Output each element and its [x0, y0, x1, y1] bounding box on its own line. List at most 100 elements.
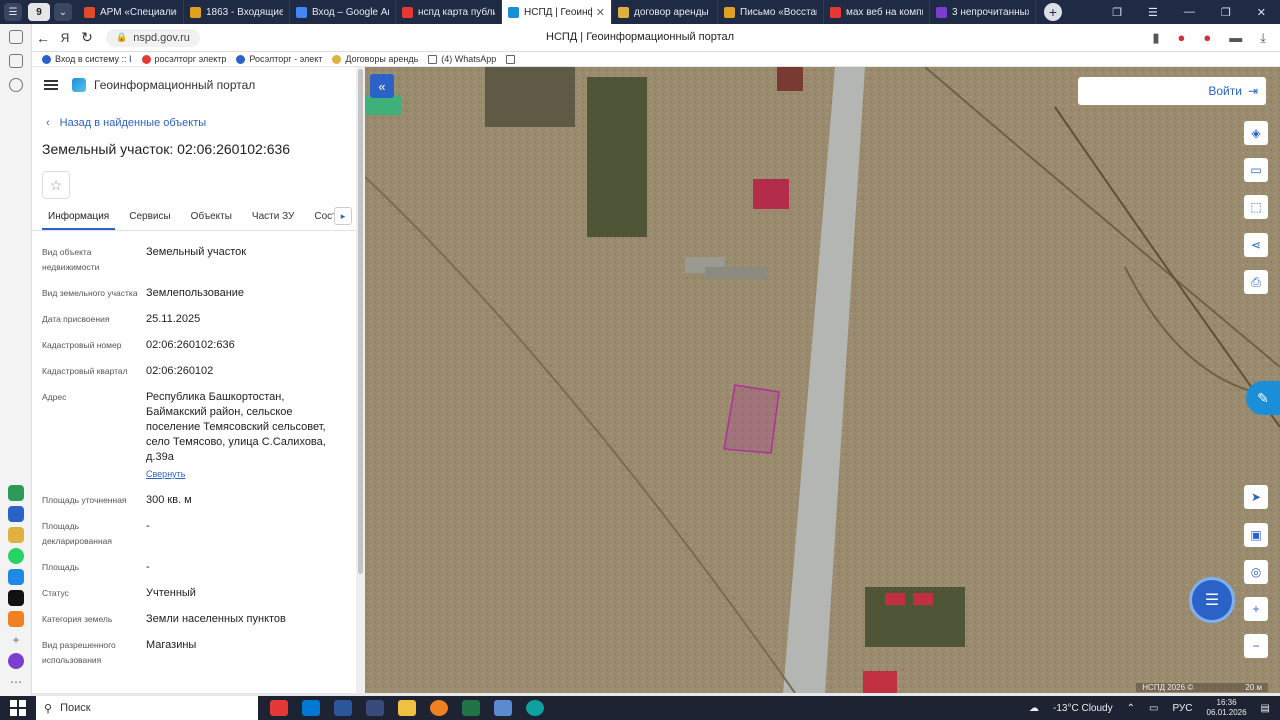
layers-button[interactable]: ◈: [1244, 121, 1268, 145]
favorite-star-icon[interactable]: ☆: [42, 171, 70, 199]
print-button[interactable]: ⎙: [1244, 270, 1268, 294]
chat-button[interactable]: ☰: [1189, 577, 1235, 623]
notifications-icon[interactable]: ▤: [1261, 703, 1270, 714]
browser-tab[interactable]: НСПД | Геоинфор✕: [502, 0, 612, 24]
app-icon-1[interactable]: [8, 485, 24, 501]
add-icon[interactable]: +: [8, 632, 24, 648]
file-explorer-icon[interactable]: [398, 700, 416, 716]
extension-icon-1[interactable]: ●: [1178, 30, 1186, 46]
minimize-icon[interactable]: —: [1184, 6, 1195, 19]
login-button[interactable]: Войти ⇥: [1078, 77, 1266, 105]
chevron-up-icon[interactable]: ⌃: [1127, 703, 1135, 714]
back-link[interactable]: ‹ Назад в найденные объекты: [46, 117, 356, 129]
sidebar-history-icon[interactable]: [8, 78, 23, 92]
back-icon[interactable]: ←: [32, 30, 54, 46]
zoom-in-button[interactable]: +: [1244, 597, 1268, 621]
collapse-panel-button[interactable]: «: [370, 74, 394, 98]
alice-icon[interactable]: [8, 653, 24, 669]
taskbar-search[interactable]: ⚲ Поиск: [36, 696, 258, 720]
extension-icon-2[interactable]: ●: [1203, 30, 1211, 46]
browser-tab[interactable]: нспд карта публичн: [396, 0, 502, 24]
tab-favicon-icon: [724, 6, 735, 18]
close-tab-icon[interactable]: ✕: [592, 6, 605, 19]
excel-icon[interactable]: [462, 700, 480, 716]
bookmark-item[interactable]: росэлторг электр: [141, 54, 226, 64]
bookmark-item[interactable]: Вход в систему :: I: [42, 54, 132, 64]
app-icon-7[interactable]: [8, 611, 24, 627]
restore-icon[interactable]: ❐: [1221, 6, 1231, 19]
menu-icon[interactable]: [44, 80, 58, 90]
tab-objects[interactable]: Объекты: [185, 207, 238, 230]
extension-icon-3[interactable]: ▬: [1229, 30, 1242, 46]
yandex-browser-icon[interactable]: [270, 700, 288, 716]
word-icon[interactable]: [334, 700, 352, 716]
windows-start-icon[interactable]: [10, 700, 26, 716]
bookmark-item[interactable]: (4) WhatsApp: [428, 54, 496, 64]
browser-tab[interactable]: Письмо «Восстанов: [718, 0, 824, 24]
bookmark-item[interactable]: Договоры арендь: [332, 54, 418, 64]
app-icon-5[interactable]: [8, 569, 24, 585]
app-icon-2[interactable]: [8, 506, 24, 522]
sidebar-screenshot-icon[interactable]: [8, 54, 23, 68]
yandex-icon[interactable]: Я: [54, 31, 76, 45]
scanner-icon[interactable]: [494, 700, 512, 716]
geolocation-button[interactable]: ◎: [1244, 560, 1268, 584]
collapse-address-link[interactable]: Свернуть: [146, 467, 346, 482]
browser-tab[interactable]: Вход – Google Акка: [290, 0, 396, 24]
property-row: Площадь -: [32, 560, 356, 575]
tabs-overview-icon[interactable]: ❐: [1112, 6, 1122, 19]
browser-tab[interactable]: мах веб на компью: [824, 0, 930, 24]
browser-tab[interactable]: 1863 - Входящие —: [184, 0, 290, 24]
tab-information[interactable]: Информация: [42, 207, 116, 230]
sidebar-counter-icon[interactable]: [8, 30, 23, 44]
tab-services[interactable]: Сервисы: [123, 207, 176, 230]
browser-menu-icon[interactable]: ☰: [4, 3, 22, 21]
bookmark-item[interactable]: [506, 54, 516, 64]
clock[interactable]: 16:36 06.01.2026: [1207, 698, 1247, 718]
property-list: Вид объекта недвижимости Земельный участо…: [32, 245, 356, 668]
chevron-left-icon: ‹: [46, 117, 50, 129]
tab-parts[interactable]: Части ЗУ: [246, 207, 300, 230]
app-icon-6[interactable]: [8, 590, 24, 606]
app-icon[interactable]: [430, 700, 448, 716]
support-icon[interactable]: ✎: [1246, 381, 1280, 415]
tabs-scroll-right-icon[interactable]: ▸: [334, 207, 352, 225]
outlook-icon[interactable]: [302, 700, 320, 716]
whatsapp-icon[interactable]: [8, 548, 24, 564]
url-field[interactable]: 🔒 nspd.gov.ru: [106, 28, 200, 47]
select-area-button[interactable]: ⬚: [1244, 195, 1268, 219]
minus-icon: −: [1252, 639, 1260, 653]
more-icon[interactable]: ⋯: [8, 674, 24, 690]
language-indicator[interactable]: РУС: [1172, 703, 1192, 714]
map-view[interactable]: « Войти ⇥ ◈ ▭ ⬚ ⋖ ⎙ ✎ ➤ ▣ ◎ ☰ + − НСПД 2…: [365, 67, 1280, 693]
browser-tab[interactable]: 3 непрочитанных ча: [930, 0, 1036, 24]
close-window-icon[interactable]: ✕: [1257, 6, 1266, 19]
minimap-button[interactable]: ▣: [1244, 523, 1268, 547]
property-row: Кадастровый квартал 02:06:260102: [32, 364, 356, 379]
bookmarks-icon[interactable]: ☰: [1148, 6, 1158, 19]
scrollbar-thumb[interactable]: [358, 69, 363, 574]
chevron-down-icon[interactable]: ⌄: [54, 3, 72, 21]
new-tab-button[interactable]: +: [1044, 3, 1062, 21]
download-icon[interactable]: ⤓: [1260, 30, 1266, 46]
browser-tab[interactable]: АРМ «Специалист»: [78, 0, 184, 24]
ruler-icon: ▭: [1250, 163, 1262, 177]
tab-favicon-icon: [618, 6, 629, 18]
network-icon[interactable]: ▭: [1149, 703, 1158, 714]
app-icon-3[interactable]: [8, 527, 24, 543]
property-label: Вид объекта недвижимости: [42, 247, 100, 272]
reload-icon[interactable]: ↻: [76, 29, 98, 46]
zoom-out-button[interactable]: −: [1244, 634, 1268, 658]
share-button[interactable]: ⋖: [1244, 233, 1268, 257]
bookmark-icon[interactable]: ▮: [1152, 30, 1159, 46]
weather-icon[interactable]: ☁: [1029, 703, 1039, 714]
yandex-icon[interactable]: [366, 700, 384, 716]
edge-icon[interactable]: [526, 700, 544, 716]
browser-tab[interactable]: договор аренды зем: [612, 0, 718, 24]
bookmark-item[interactable]: Росэлторг - элект: [236, 54, 322, 64]
tab-counter[interactable]: 9: [28, 3, 50, 21]
panel-scrollbar[interactable]: [356, 67, 365, 693]
weather-text[interactable]: -13°C Cloudy: [1053, 703, 1113, 714]
locate-button[interactable]: ➤: [1244, 485, 1268, 509]
measure-button[interactable]: ▭: [1244, 158, 1268, 182]
